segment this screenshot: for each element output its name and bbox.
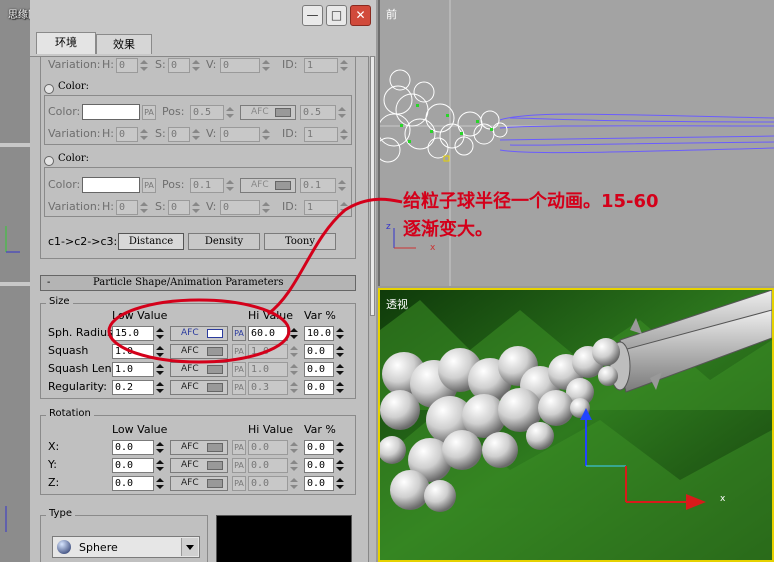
annotation-text: 给粒子球半径一个动画。15-60 逐渐变大。 — [403, 188, 763, 244]
annotation-overlay — [107, 197, 403, 364]
annotation-line-1: 给粒子球半径一个动画。15-60 — [403, 191, 659, 212]
annotation-ellipse — [107, 298, 291, 364]
annotation-arrow-line — [267, 197, 403, 316]
annotation-line-2: 逐渐变大。 — [403, 219, 493, 240]
